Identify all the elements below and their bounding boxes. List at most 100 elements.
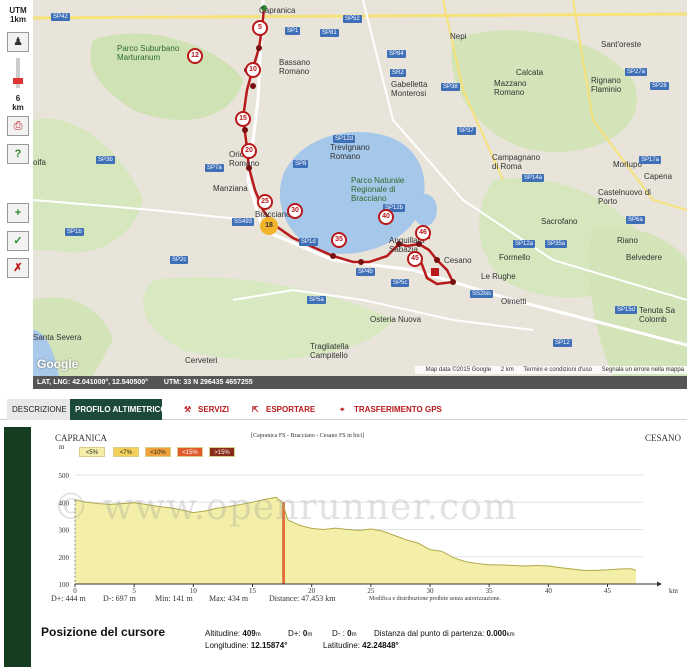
place-label: Cesano [444,256,472,265]
road-label: SP38 [441,83,460,91]
road-label: SP12a [513,240,536,248]
cursor-altitude: Altitudine: 409m [205,629,261,638]
route-km-marker[interactable]: 5 [252,20,268,36]
dminus-unit: m [351,632,357,638]
road-label: SP12d [333,135,356,143]
stat-dplus: D+: 444 m [51,594,86,603]
place-label: Santa Severa [33,333,82,342]
print-icon[interactable]: ⎙ [7,116,29,136]
place-label: Bracciano [255,210,291,219]
route-km-marker[interactable]: 25 [257,194,273,210]
poi-count-marker[interactable]: 18 [261,218,277,234]
stat-distance: Distance: 47.453 km [269,594,336,603]
stat-max: Max: 434 m [209,594,249,603]
report-error-link[interactable]: Segnala un errore nella mappa [602,367,684,373]
road-label: SP4b [356,268,375,276]
route-km-marker[interactable]: 45 [407,251,423,267]
stat-dminus: D-: 697 m [103,594,136,603]
route-km-marker[interactable]: 12 [187,48,203,64]
elevation-side-bar [4,427,31,667]
tab-bar: DESCRIZIONE PROFILO ALTIMETRICO ⚒ SERVIZI… [0,396,687,420]
route-km-marker[interactable]: 35 [331,232,347,248]
watermark: © www.openrunner.com [53,487,519,528]
services-link[interactable]: ⚒ SERVIZI [184,399,229,420]
route-km-marker[interactable]: 10 [245,62,261,78]
map-scale: 2 km [500,367,514,373]
scale-label: 1km [9,15,26,24]
map-attribution: Map data ©2015 Google 2 km Termini e con… [414,366,687,374]
dplus-label: D+: [288,629,301,638]
place-label: Trevignano Romano [330,143,370,161]
utm-coord-label: UTM: [163,379,182,386]
route-km-marker[interactable]: 30 [287,203,303,219]
cursor-dminus: D- : 0m [332,629,357,638]
help-icon[interactable]: ? [7,144,29,164]
road-label: SP1d [299,238,318,246]
place-label: Formello [499,253,531,262]
route-km-marker[interactable]: 40 [378,209,394,225]
cursor-longitude: Longitudine: 12.15874° [205,641,287,650]
tab-elevation-profile[interactable]: PROFILO ALTIMETRICO [70,399,167,420]
route-map[interactable]: Capranica Nepi Sant'oreste Parco Suburba… [33,0,687,376]
x-tick-label: 30 [427,587,435,595]
latitude-label: Latitudine: [323,641,360,650]
road-label: SP15d [615,306,638,314]
place-label: Parco Suburbano Marturanum [117,44,180,62]
x-tick-label: 45 [604,587,612,595]
dminus-label: D- : [332,629,345,638]
tab-description[interactable]: DESCRIZIONE [7,399,72,420]
gps-label: TRASFERIMENTO GPS [354,405,442,414]
route-km-marker[interactable]: 20 [241,143,257,159]
road-label: SP2c [170,256,189,264]
road-label: SP12 [553,339,572,347]
gps-icon: ⌖ [340,405,345,414]
cursor-position-title: Posizione del cursore [41,625,166,639]
coordinate-bar: LAT, LNG: 42.041000°, 12.540500° UTM: 33… [33,376,687,389]
terms-link[interactable]: Termini e condizioni d'uso [523,367,592,373]
road-label: SP3b [96,156,115,164]
latlng-value: 42.041000°, 12.540500° [72,379,148,386]
y-tick-label: 200 [59,554,70,562]
place-label: Tenuta Sa Colomb [639,306,676,324]
road-label: SP17a [639,156,662,164]
altitude-unit: m [255,632,261,638]
place-label: Campagnano di Roma [492,153,541,171]
place-label: Rignano Flaminio [591,76,622,94]
road-label: SP84 [387,50,406,58]
route-km-marker[interactable]: 15 [235,111,251,127]
place-label: Manziana [213,184,248,193]
road-label: SP81 [320,29,339,37]
gps-transfer-link[interactable]: ⌖ TRASFERIMENTO GPS [340,399,442,420]
latlng-readout: LAT, LNG: 42.041000°, 12.540500° [37,379,148,386]
latitude-value: 42.24848° [362,641,399,650]
zoom-slider-thumb[interactable] [13,78,23,84]
stat-min: Min: 141 m [155,594,193,603]
utm-label: UTM [9,6,27,15]
place-label: Castelnuovo di Porto [598,188,651,206]
longitude-value: 12.15874° [250,641,288,650]
place-label: Gabelletta Monterosi [391,80,428,98]
x-tick-label: 25 [367,587,375,595]
place-label: Capranica [259,6,296,15]
place-label: Osteria Nuova [370,315,422,324]
distance-unit: km [506,632,515,638]
elevation-profile-panel[interactable]: CAPRANICA [Capranica FS - Bracciano - Ce… [33,427,687,667]
road-label: SP27a [625,68,648,76]
longitude-label: Longitudine: [205,641,249,650]
wrench-icon: ⚒ [184,405,192,414]
validate-route-icon[interactable]: ✓ [7,231,29,251]
route-km-marker[interactable]: 46 [415,225,431,241]
place-label: Tragliatella Campitello [310,342,349,360]
road-label: SP5a [307,296,326,304]
delete-route-icon[interactable]: ✗ [7,258,29,278]
road-label: SP1b [65,228,84,236]
place-label: Riano [617,236,638,245]
road-label: SP37 [457,127,476,135]
add-route-icon[interactable]: + [7,203,29,223]
pegman-icon[interactable]: ♟ [7,32,29,52]
export-link[interactable]: ⇱ ESPORTARE [252,399,315,420]
x-axis-unit: km [669,587,679,595]
place-label: Capena [644,172,673,181]
road-label: SP35a [545,240,568,248]
cursor-latitude: Latitudine: 42.24848° [323,641,399,650]
